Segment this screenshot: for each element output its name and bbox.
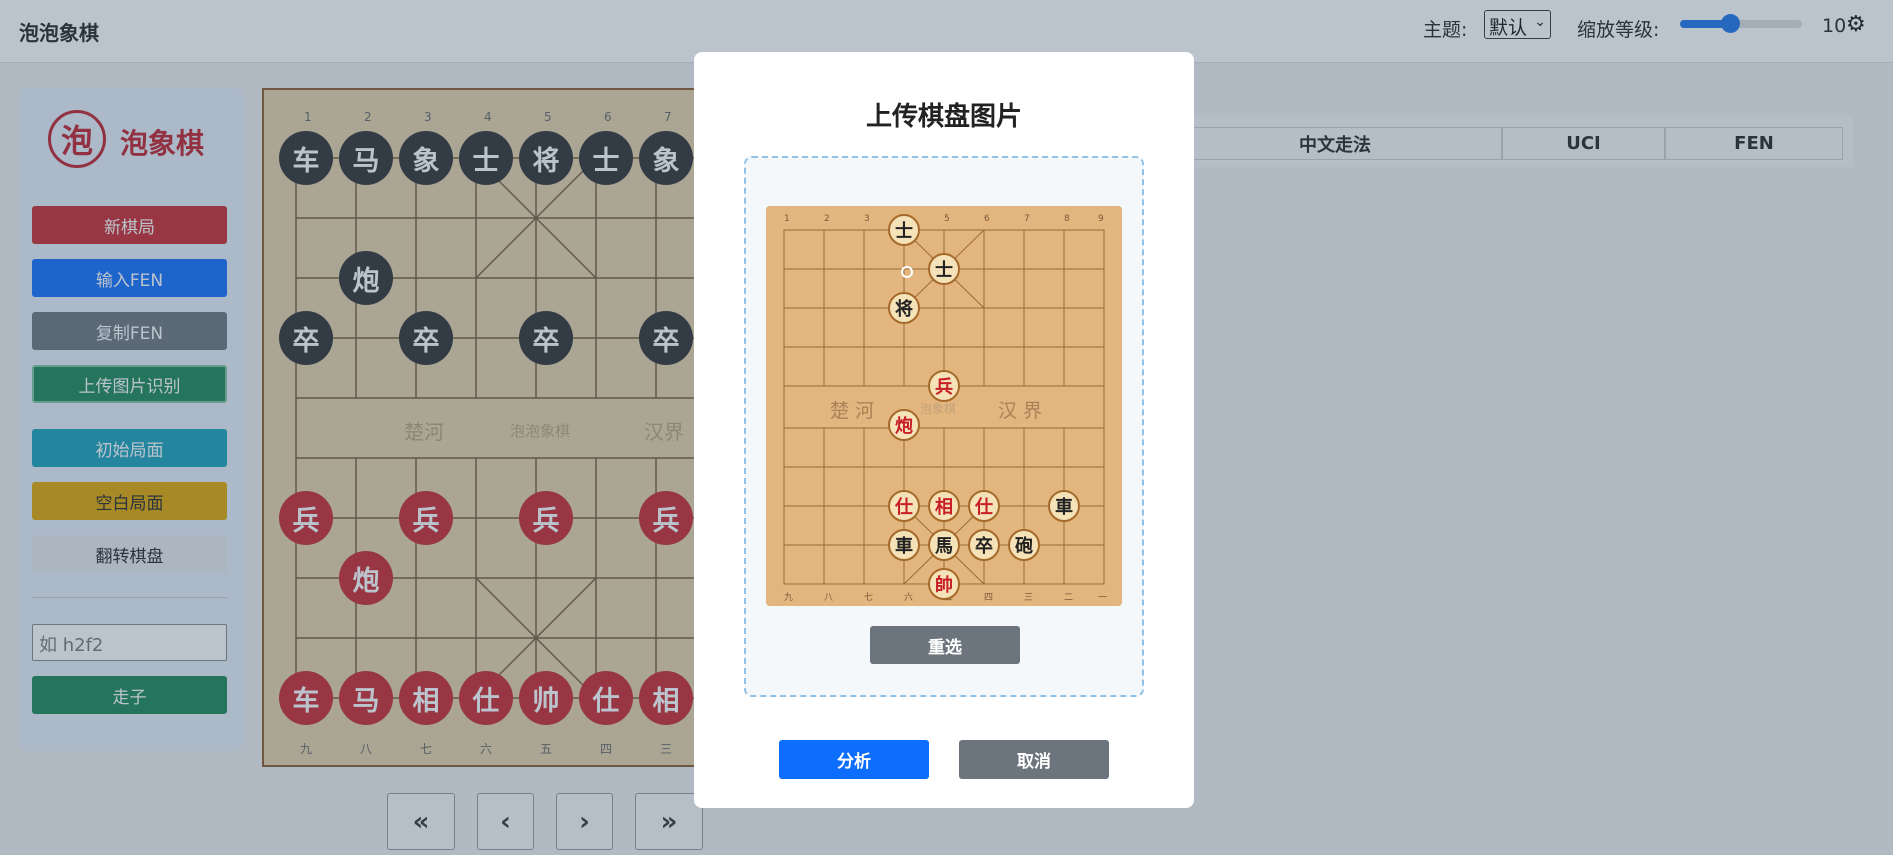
preview-piece: 卒	[968, 529, 1000, 561]
preview-piece: 士	[928, 253, 960, 285]
preview-river-text: 楚 河	[830, 400, 875, 422]
preview-coord: 2	[824, 214, 830, 224]
preview-piece: 車	[1048, 490, 1080, 522]
modal-title: 上传棋盘图片	[865, 102, 1022, 132]
preview-coord: 七	[864, 593, 874, 603]
image-dropzone[interactable]: 1 2 3 4 5 6 7 8 9 九 八 七 六 五 四 三 二 一 楚 河 …	[744, 156, 1144, 697]
reselect-button[interactable]: 重选	[870, 626, 1020, 664]
preview-coord: 1	[784, 214, 790, 224]
preview-piece: 車	[888, 529, 920, 561]
preview-river-text: 汉 界	[998, 400, 1043, 422]
preview-piece: 将	[888, 292, 920, 324]
preview-coord: 九	[784, 593, 794, 603]
preview-piece: 砲	[1008, 529, 1040, 561]
preview-piece: 馬	[928, 529, 960, 561]
preview-coord: 八	[824, 593, 834, 603]
preview-piece: 仕	[968, 490, 1000, 522]
preview-coord: 7	[1024, 214, 1030, 224]
preview-river-watermark: 泡象棋	[920, 402, 957, 416]
analyze-button[interactable]: 分析	[779, 740, 929, 779]
preview-piece: 炮	[888, 409, 920, 441]
upload-modal: 上传棋盘图片 1 2 3 5 6 7 8 9 九 八 七 六 四 三 二 一 楚…	[694, 52, 1194, 808]
preview-coord: 5	[944, 214, 950, 224]
preview-coord: 二	[1064, 593, 1074, 603]
preview-piece: 仕	[888, 490, 920, 522]
preview-coord: 8	[1064, 214, 1070, 224]
preview-coord: 六	[904, 593, 914, 603]
move-marker-icon	[901, 266, 913, 278]
preview-coord: 6	[984, 214, 990, 224]
preview-coord: 四	[984, 593, 994, 603]
preview-coord: 3	[864, 214, 870, 224]
preview-coord: 三	[1024, 593, 1034, 603]
preview-piece: 相	[928, 490, 960, 522]
preview-piece: 帥	[928, 568, 960, 600]
preview-coord: 9	[1098, 214, 1104, 224]
cancel-button[interactable]: 取消	[959, 740, 1109, 779]
preview-piece: 士	[888, 214, 920, 246]
preview-coord: 一	[1098, 593, 1108, 603]
board-image-preview: 1 2 3 4 5 6 7 8 9 九 八 七 六 五 四 三 二 一 楚 河 …	[766, 206, 1122, 606]
preview-piece: 兵	[928, 370, 960, 402]
